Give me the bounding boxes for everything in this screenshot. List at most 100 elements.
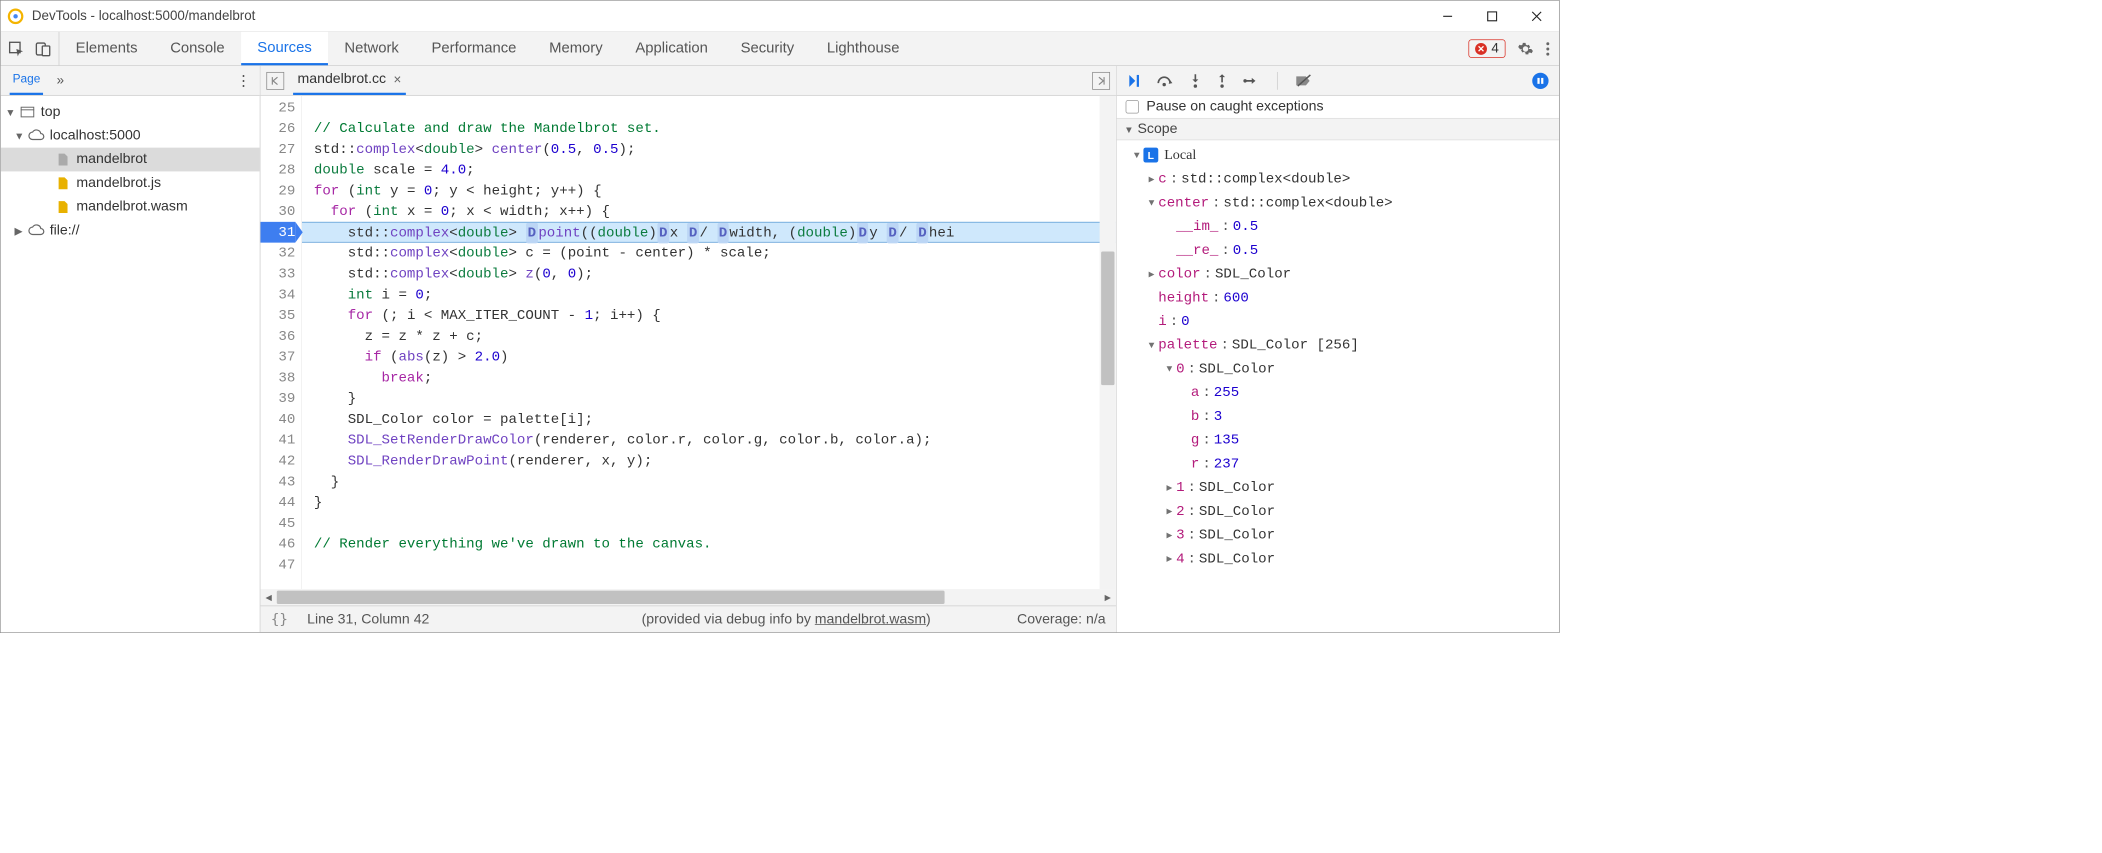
scope-var-p0-b[interactable]: b: 3: [1121, 404, 1559, 428]
pause-on-exceptions-icon[interactable]: [1532, 72, 1548, 88]
sources-sidebar: Page » ⋮ ▼ top ▼ localhost:5000 mandelbr…: [1, 66, 261, 632]
editor-vertical-scrollbar[interactable]: [1100, 96, 1116, 589]
close-tab-icon[interactable]: ×: [394, 72, 402, 88]
code-editor[interactable]: 2526272829303132333435363738394041424344…: [260, 96, 1116, 589]
tab-security[interactable]: Security: [724, 32, 810, 65]
tab-console[interactable]: Console: [154, 32, 241, 65]
scope-var-palette-0[interactable]: ▼0: SDL_Color: [1121, 357, 1559, 381]
code-area[interactable]: // Calculate and draw the Mandelbrot set…: [302, 96, 1116, 589]
devtools-app-icon: [7, 7, 25, 25]
file-icon: [56, 200, 71, 215]
scope-var-c[interactable]: ▶c: std::complex<double>: [1121, 167, 1559, 191]
scope-var-p0-g[interactable]: g: 135: [1121, 428, 1559, 452]
scope-var-palette[interactable]: ▼palette: SDL_Color [256]: [1121, 333, 1559, 357]
cloud-icon: [29, 223, 44, 238]
sidebar-more-tabs-icon[interactable]: »: [57, 73, 64, 89]
editor-filename: mandelbrot.cc: [298, 71, 387, 87]
editor-column: mandelbrot.cc × 252627282930313233343536…: [260, 66, 1116, 632]
scope-label: Scope: [1137, 121, 1177, 137]
sidebar-menu-icon[interactable]: ⋮: [236, 71, 251, 90]
maximize-button[interactable]: [1470, 0, 1515, 31]
scope-section-header[interactable]: ▼ Scope: [1117, 118, 1559, 140]
pause-on-caught-row[interactable]: Pause on caught exceptions: [1117, 96, 1559, 118]
scope-var-palette-3[interactable]: ▶3: SDL_Color: [1121, 523, 1559, 547]
scope-var-height[interactable]: height: 600: [1121, 286, 1559, 310]
tab-elements[interactable]: Elements: [59, 32, 154, 65]
tab-memory[interactable]: Memory: [533, 32, 619, 65]
tab-network[interactable]: Network: [328, 32, 415, 65]
deactivate-breakpoints-icon[interactable]: [1296, 74, 1312, 87]
tab-application[interactable]: Application: [619, 32, 724, 65]
resume-icon[interactable]: [1127, 73, 1142, 88]
tree-node-top[interactable]: ▼ top: [1, 100, 260, 124]
step-into-icon[interactable]: [1189, 73, 1201, 88]
nav-forward-icon[interactable]: [1092, 72, 1110, 90]
file-icon: [56, 152, 71, 167]
step-over-icon[interactable]: [1157, 74, 1175, 87]
scope-var-palette-2[interactable]: ▶2: SDL_Color: [1121, 499, 1559, 523]
coverage-status: Coverage: n/a: [1017, 611, 1106, 627]
editor-tabbar: mandelbrot.cc ×: [260, 66, 1116, 96]
scope-tree: ▼ L Local ▶c: std::complex<double> ▼cent…: [1117, 140, 1559, 632]
editor-horizontal-scrollbar[interactable]: ◄ ►: [260, 589, 1116, 605]
editor-status-bar: {} Line 31, Column 42 (provided via debu…: [260, 605, 1116, 632]
file-icon: [56, 176, 71, 191]
more-menu-icon[interactable]: [1546, 40, 1550, 56]
tab-lighthouse[interactable]: Lighthouse: [811, 32, 916, 65]
debug-info-link[interactable]: mandelbrot.wasm: [815, 611, 926, 627]
tree-label: file://: [50, 223, 80, 239]
tab-performance[interactable]: Performance: [415, 32, 533, 65]
device-toolbar-icon[interactable]: [35, 40, 51, 56]
sidebar-tab-page[interactable]: Page: [10, 66, 44, 95]
line-gutter[interactable]: 2526272829303132333435363738394041424344…: [260, 96, 302, 589]
scope-var-p0-r[interactable]: r: 237: [1121, 452, 1559, 476]
devtools-window: DevTools - localhost:5000/mandelbrot Ele…: [0, 0, 1560, 633]
tree-file-mandelbrot[interactable]: mandelbrot: [1, 148, 260, 172]
settings-gear-icon[interactable]: [1517, 40, 1533, 56]
scope-var-i[interactable]: i: 0: [1121, 309, 1559, 333]
tree-node-host[interactable]: ▼ localhost:5000: [1, 124, 260, 148]
tree-label: mandelbrot.js: [76, 175, 161, 191]
inspect-element-icon[interactable]: [8, 40, 24, 56]
error-count: 4: [1491, 41, 1498, 57]
cloud-icon: [29, 128, 44, 143]
devtools-toolbar: Elements Console Sources Network Perform…: [1, 32, 1559, 66]
checkbox[interactable]: [1126, 100, 1139, 113]
sidebar-header: Page » ⋮: [1, 66, 260, 96]
window-title: DevTools - localhost:5000/mandelbrot: [32, 8, 255, 24]
step-out-icon[interactable]: [1216, 73, 1228, 88]
scope-var-center[interactable]: ▼center: std::complex<double>: [1121, 191, 1559, 215]
window-titlebar: DevTools - localhost:5000/mandelbrot: [1, 1, 1559, 32]
tree-label: mandelbrot.wasm: [76, 199, 187, 215]
local-badge-icon: L: [1143, 148, 1158, 163]
tab-sources[interactable]: Sources: [241, 32, 328, 65]
scope-var-color[interactable]: ▶color: SDL_Color: [1121, 262, 1559, 286]
scroll-right-icon[interactable]: ►: [1100, 589, 1116, 605]
debug-info-source: (provided via debug info by mandelbrot.w…: [642, 611, 931, 627]
scope-var-palette-1[interactable]: ▶1: SDL_Color: [1121, 476, 1559, 500]
tree-label: localhost:5000: [50, 128, 141, 144]
scope-local[interactable]: ▼ L Local: [1121, 143, 1559, 167]
pretty-print-icon[interactable]: {}: [271, 611, 288, 627]
error-icon: ✕: [1475, 43, 1487, 55]
nav-back-icon[interactable]: [266, 72, 284, 90]
tree-file-mandelbrot-js[interactable]: mandelbrot.js: [1, 171, 260, 195]
tree-file-mandelbrot-wasm[interactable]: mandelbrot.wasm: [1, 195, 260, 219]
scope-var-p0-a[interactable]: a: 255: [1121, 381, 1559, 405]
window-icon: [20, 105, 35, 120]
scope-var-palette-4[interactable]: ▶4: SDL_Color: [1121, 547, 1559, 571]
error-count-badge[interactable]: ✕ 4: [1468, 39, 1505, 58]
editor-file-tab[interactable]: mandelbrot.cc ×: [293, 66, 406, 95]
scope-var-center-im[interactable]: __im_: 0.5: [1121, 214, 1559, 238]
tree-label: mandelbrot: [76, 151, 147, 167]
debugger-panel: Pause on caught exceptions ▼ Scope ▼ L L…: [1117, 66, 1559, 632]
scope-var-center-re[interactable]: __re_: 0.5: [1121, 238, 1559, 262]
step-icon[interactable]: [1243, 75, 1259, 87]
panel-tabs: Elements Console Sources Network Perform…: [59, 32, 915, 65]
close-button[interactable]: [1514, 0, 1559, 31]
tree-node-file-scheme[interactable]: ▶ file://: [1, 219, 260, 243]
minimize-button[interactable]: [1425, 0, 1470, 31]
pause-on-caught-label: Pause on caught exceptions: [1146, 99, 1323, 115]
scroll-left-icon[interactable]: ◄: [260, 589, 276, 605]
cursor-position: Line 31, Column 42: [307, 611, 429, 627]
